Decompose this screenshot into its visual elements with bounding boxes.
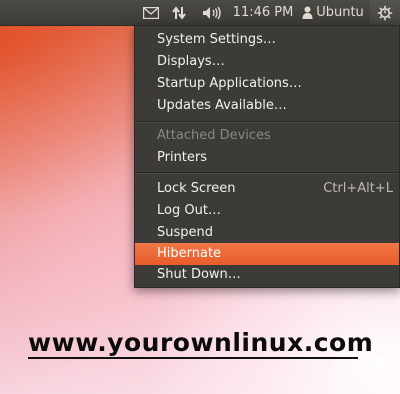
gear-power-icon (377, 5, 393, 20)
menu-item-lock-screen[interactable]: Lock Screen Ctrl+Alt+L (135, 178, 399, 200)
menu-item-label: Hibernate (157, 246, 222, 261)
network-indicator[interactable] (168, 0, 190, 25)
menu-item-system-settings[interactable]: System Settings… (135, 29, 399, 51)
menu-separator (135, 172, 399, 174)
menu-item-label: Printers (157, 150, 208, 165)
menu-item-label: Lock Screen (157, 181, 236, 196)
envelope-icon (143, 6, 159, 19)
menu-item-startup-applications[interactable]: Startup Applications… (135, 73, 399, 95)
user-indicator[interactable]: Ubuntu (298, 0, 368, 25)
menu-item-label: System Settings… (157, 32, 276, 47)
network-updown-icon (172, 5, 186, 20)
menu-item-label: Shut Down… (157, 267, 241, 282)
menu-item-log-out[interactable]: Log Out… (135, 200, 399, 222)
menu-item-shut-down[interactable]: Shut Down… (135, 264, 399, 286)
website-watermark: www.yourownlinux.com (28, 328, 374, 357)
session-indicator[interactable] (370, 0, 400, 25)
menu-item-label: Updates Available… (157, 98, 287, 113)
watermark-underline (28, 357, 358, 359)
speaker-icon (203, 6, 221, 19)
person-icon (302, 6, 313, 19)
messaging-indicator[interactable] (140, 0, 162, 25)
top-panel: 11:46 PM Ubuntu (0, 0, 400, 26)
menu-item-label: Suspend (157, 225, 214, 240)
menu-item-displays[interactable]: Displays… (135, 51, 399, 73)
menu-item-updates-available[interactable]: Updates Available… (135, 95, 399, 117)
lock-screen-shortcut: Ctrl+Alt+L (323, 181, 393, 196)
clock-label: 11:46 PM (232, 5, 294, 20)
clock-indicator[interactable]: 11:46 PM (230, 0, 296, 25)
menu-separator (135, 121, 399, 123)
menu-header-attached-devices: Attached Devices (135, 125, 399, 147)
menu-item-label: Displays… (157, 54, 225, 69)
menu-item-label: Startup Applications… (157, 76, 302, 91)
menu-item-label: Log Out… (157, 203, 221, 218)
menu-item-label: Attached Devices (157, 128, 271, 143)
sound-indicator[interactable] (198, 0, 226, 25)
user-name-label: Ubuntu (316, 5, 364, 20)
menu-item-suspend[interactable]: Suspend (135, 222, 399, 244)
menu-item-printers[interactable]: Printers (135, 147, 399, 169)
session-menu: System Settings… Displays… Startup Appli… (134, 25, 400, 288)
menu-item-hibernate[interactable]: Hibernate (135, 243, 399, 265)
